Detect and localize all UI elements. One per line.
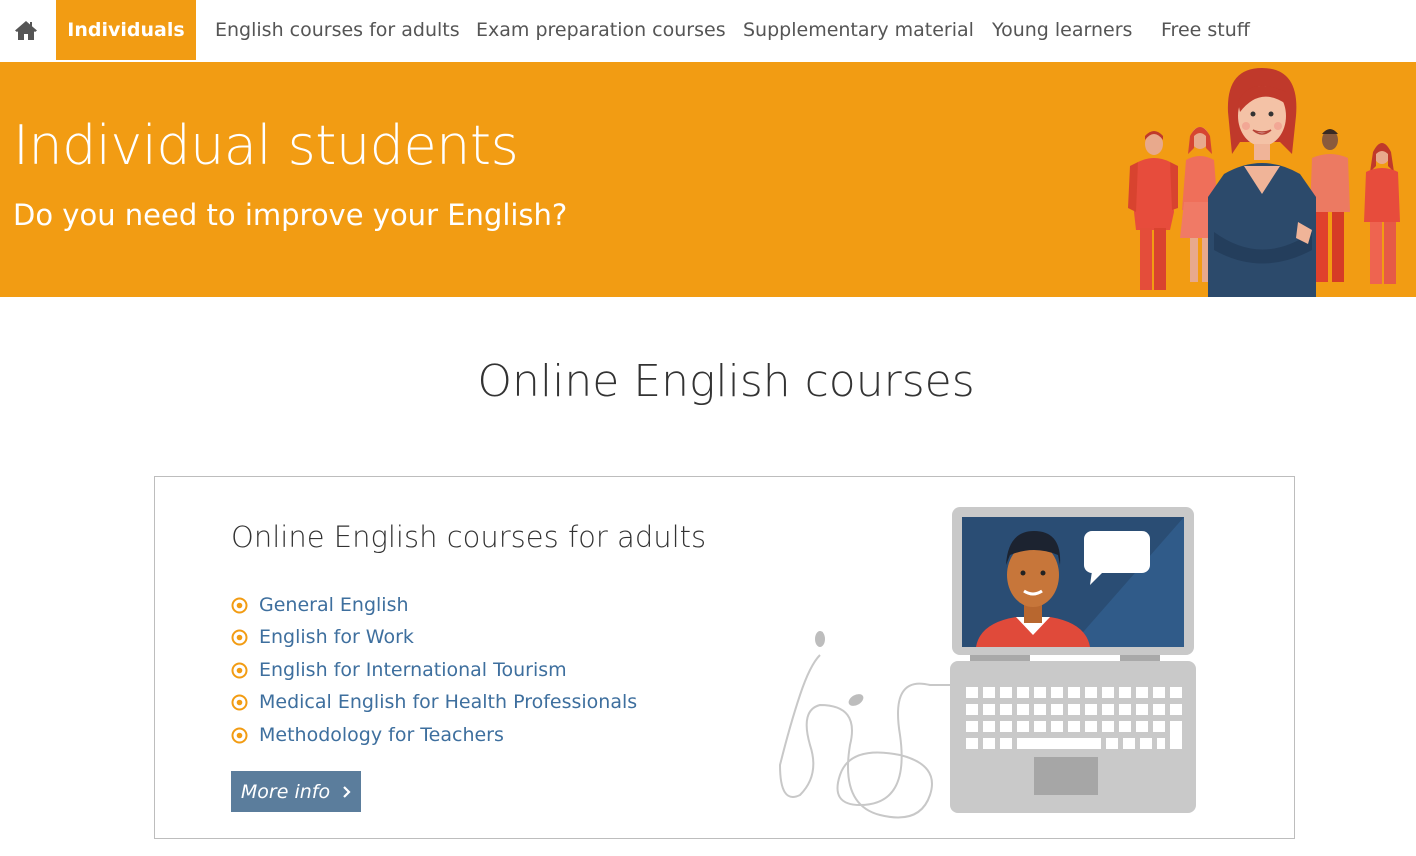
course-label: Methodology for Teachers <box>259 723 504 746</box>
course-link-general-english[interactable]: General English <box>231 589 637 621</box>
course-label: English for Work <box>259 626 414 649</box>
nav-tab-english-courses-for-adults[interactable]: English courses for adults <box>215 0 460 60</box>
nav-tab-young-learners[interactable]: Young learners <box>992 0 1132 60</box>
course-label: Medical English for Health Professionals <box>259 691 638 714</box>
students-illustration <box>1128 68 1400 297</box>
card-title: Online English courses for adults <box>231 520 707 554</box>
section-title: Online English courses <box>477 356 975 407</box>
home-button[interactable] <box>0 0 52 60</box>
bullet-icon <box>231 629 248 646</box>
nav-tab-supplementary-material[interactable]: Supplementary material <box>743 0 974 60</box>
course-list: General English English for Work English… <box>231 589 637 751</box>
chevron-right-icon <box>343 785 351 798</box>
home-icon <box>15 21 37 40</box>
course-link-medical-english[interactable]: Medical English for Health Professionals <box>231 686 637 718</box>
bullet-icon <box>231 662 248 679</box>
hero-subtitle: Do you need to improve your English? <box>13 198 568 232</box>
nav-tab-free-stuff[interactable]: Free stuff <box>1161 0 1250 60</box>
course-card: Online English courses for adults Genera… <box>154 476 1295 839</box>
course-label: General English <box>259 594 409 616</box>
laptop-video-call-illustration <box>778 507 1196 819</box>
bullet-icon <box>231 727 248 744</box>
more-info-label: More info <box>240 780 331 803</box>
hero-title: Individual students <box>13 114 519 177</box>
course-label: English for International Tourism <box>259 658 567 681</box>
bullet-icon <box>231 597 248 614</box>
nav-tab-exam-preparation-courses[interactable]: Exam preparation courses <box>476 0 726 60</box>
more-info-button[interactable]: More info <box>231 771 361 812</box>
nav-tab-individuals[interactable]: Individuals <box>56 0 196 60</box>
top-navigation: Individuals English courses for adults E… <box>0 0 1416 63</box>
course-link-english-for-international-tourism[interactable]: English for International Tourism <box>231 654 637 686</box>
bullet-icon <box>231 694 248 711</box>
hero-banner: Individual students Do you need to impro… <box>0 62 1416 297</box>
course-link-methodology-for-teachers[interactable]: Methodology for Teachers <box>231 719 637 751</box>
course-link-english-for-work[interactable]: English for Work <box>231 621 637 653</box>
